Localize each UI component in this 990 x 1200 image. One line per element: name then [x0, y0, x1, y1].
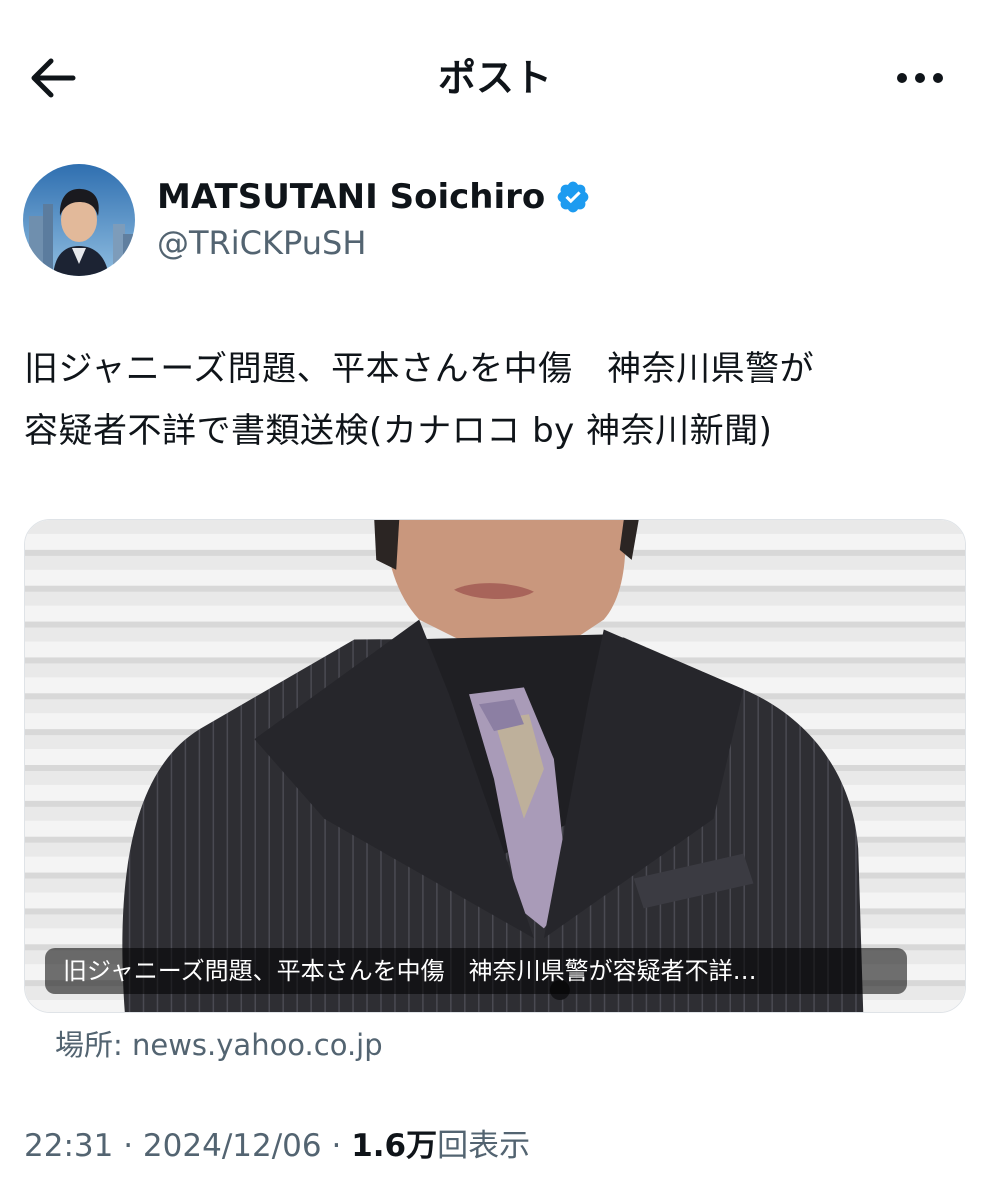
- user-handle[interactable]: @TRiCKPuSH: [157, 221, 591, 265]
- views-label: 回表示: [437, 1128, 531, 1164]
- page-title: ポスト: [437, 56, 552, 100]
- card-image: [25, 520, 965, 1012]
- card-source-link[interactable]: 場所: news.yahoo.co.jp: [55, 1025, 383, 1065]
- more-horizontal-icon: [897, 73, 943, 83]
- meta-separator: ·: [123, 1128, 134, 1164]
- tweet-meta: 22:31 · 2024/12/06 · 1.6万回表示: [24, 1124, 530, 1168]
- top-bar: ポスト: [0, 0, 990, 150]
- post-time[interactable]: 22:31: [24, 1128, 113, 1164]
- meta-separator: ·: [331, 1128, 342, 1164]
- views-count: 1.6万: [351, 1128, 438, 1164]
- card-caption: 旧ジャニーズ問題、平本さんを中傷 神奈川県警が容疑者不詳…: [45, 948, 907, 994]
- post-date[interactable]: 2024/12/06: [143, 1128, 322, 1164]
- author-block: MATSUTANI Soichiro @TRiCKPuSH: [23, 163, 591, 277]
- more-options-button[interactable]: [886, 52, 954, 104]
- tweet-text-line: 容疑者不詳で書類送検(カナロコ by 神奈川新聞): [24, 411, 773, 451]
- link-card[interactable]: 旧ジャニーズ問題、平本さんを中傷 神奈川県警が容疑者不詳…: [24, 519, 966, 1013]
- display-name[interactable]: MATSUTANI Soichiro: [157, 175, 545, 219]
- avatar[interactable]: [23, 164, 135, 276]
- author-names: MATSUTANI Soichiro @TRiCKPuSH: [157, 175, 591, 265]
- tweet-text: 旧ジャニーズ問題、平本さんを中傷 神奈川県警が 容疑者不詳で書類送検(カナロコ …: [24, 338, 969, 462]
- verified-badge-icon: [555, 179, 591, 215]
- name-row: MATSUTANI Soichiro: [157, 175, 591, 219]
- tweet-text-line: 旧ジャニーズ問題、平本さんを中傷 神奈川県警が: [24, 349, 815, 389]
